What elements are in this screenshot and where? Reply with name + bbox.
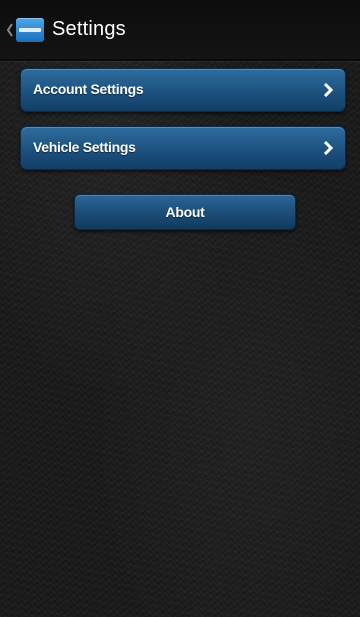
chevron-right-icon [323,83,333,97]
settings-screen: Settings Account Settings Vehicle Settin… [0,0,360,617]
account-settings-label: Account Settings [33,81,144,97]
action-bar: Settings [0,0,360,61]
vehicle-settings-button[interactable]: Vehicle Settings [20,126,346,170]
about-label: About [165,204,205,220]
chevron-right-icon [323,141,333,155]
account-settings-button[interactable]: Account Settings [20,68,346,112]
about-button[interactable]: About [74,194,296,230]
up-navigation-button[interactable]: Settings [0,0,150,59]
app-logo-icon [16,18,44,42]
page-title: Settings [52,18,126,40]
vehicle-settings-label: Vehicle Settings [33,139,136,155]
chevron-left-icon [6,23,13,37]
